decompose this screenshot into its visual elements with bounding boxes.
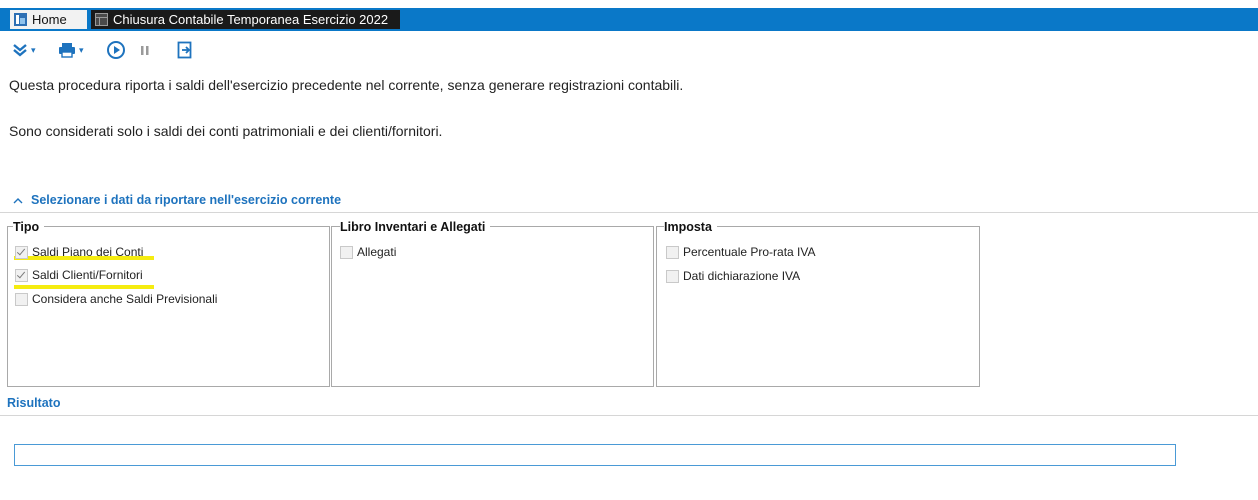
expand-menu-button[interactable]: ▾ [12,39,36,61]
checkbox-box[interactable] [666,245,679,259]
section-title: Selezionare i dati da riportare nell'ese… [31,193,342,207]
pause-button[interactable] [139,39,151,61]
section-header-toggle[interactable]: Selezionare i dati da riportare nell'ese… [13,193,341,207]
tab-bar: Home Chiusura Contabile Temporanea Eserc… [0,8,1258,31]
chevron-up-icon [13,197,23,203]
tab-home-label: Home [32,12,67,27]
chevron-down-icon: ▾ [31,44,36,55]
result-divider [0,415,1258,416]
checkbox-saldi-piano-conti[interactable]: Saldi Piano dei Conti [15,244,143,260]
intro-text-line2: Sono considerati solo i saldi dei conti … [9,123,443,139]
checkbox-dati-dichiarazione-iva[interactable]: Dati dichiarazione IVA [666,268,800,284]
print-button[interactable]: ▾ [58,39,84,61]
exit-button[interactable] [177,39,193,61]
expand-icon [13,44,27,57]
tab-home[interactable]: Home [10,10,87,29]
checkbox-label: Dati dichiarazione IVA [683,269,801,283]
result-title: Risultato [7,396,61,410]
checkbox-label: Percentuale Pro-rata IVA [683,245,816,259]
checkbox-saldi-previsionali[interactable]: Considera anche Saldi Previsionali [15,291,217,307]
checkbox-saldi-clienti-fornitori[interactable]: Saldi Clienti/Fornitori [15,267,143,283]
print-icon [59,43,75,58]
checkbox-label: Saldi Clienti/Fornitori [32,268,143,282]
result-output-field[interactable] [14,444,1176,466]
group-libro-title: Libro Inventari e Allegati [340,220,491,234]
pause-icon [141,46,149,55]
home-icon [14,13,27,26]
intro-text-line1: Questa procedura riporta i saldi dell'es… [9,77,684,93]
checkbox-box[interactable] [15,245,28,259]
play-icon [107,41,125,59]
checkbox-percentuale-pro-rata[interactable]: Percentuale Pro-rata IVA [666,244,816,260]
group-imposta-title: Imposta [664,220,717,234]
highlight-mark [14,285,154,289]
checkbox-box[interactable] [15,292,28,306]
checkbox-label: Considera anche Saldi Previsionali [32,292,218,306]
tab-chiusura-contabile[interactable]: Chiusura Contabile Temporanea Esercizio … [91,10,400,29]
checkbox-label: Allegati [357,245,397,259]
checkbox-label: Saldi Piano dei Conti [32,245,144,259]
checkbox-box[interactable] [666,269,679,283]
section-divider [0,212,1258,213]
checkbox-box[interactable] [15,268,28,282]
run-button[interactable] [106,39,126,61]
tab-active-label: Chiusura Contabile Temporanea Esercizio … [113,12,389,27]
chevron-down-icon: ▾ [79,44,84,55]
toolbar: ▾ ▾ [0,31,1258,69]
checkbox-box[interactable] [340,245,353,259]
checkbox-allegati[interactable]: Allegati [340,244,396,260]
exit-icon [177,41,192,59]
table-icon [95,13,108,26]
group-tipo-title: Tipo [13,220,45,234]
